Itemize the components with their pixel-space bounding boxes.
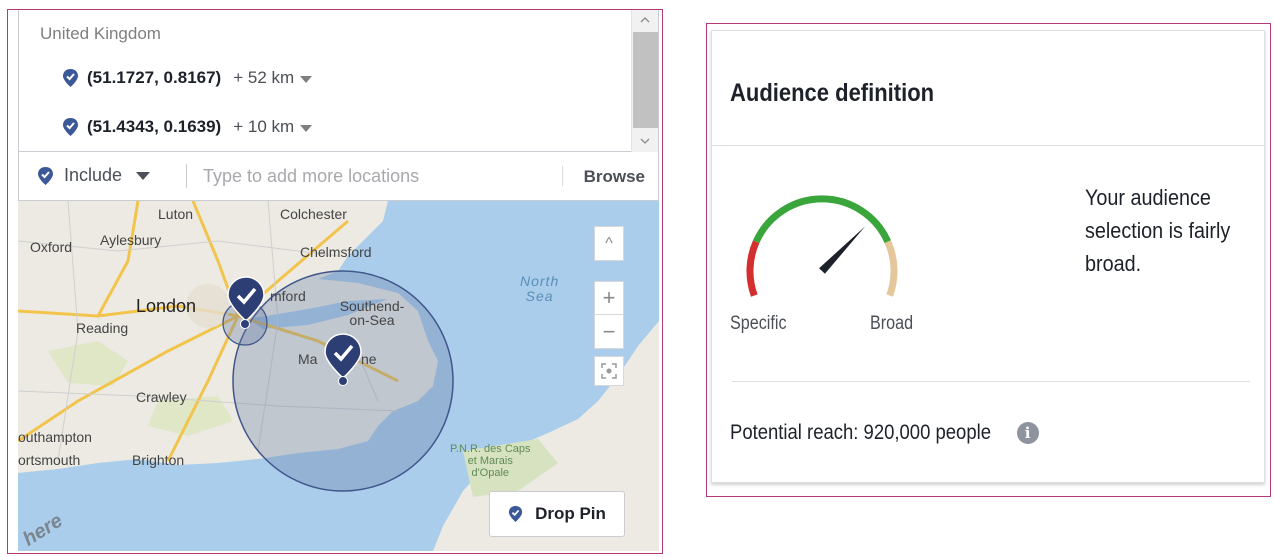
location-item[interactable]: (51.1727, 0.8167) + 52 km	[62, 66, 313, 90]
map-label-brighton: Brighton	[132, 452, 185, 468]
gauge-green-arc	[753, 195, 891, 244]
gauge-needle	[819, 226, 866, 274]
map-collapse-button[interactable]: ^	[594, 226, 624, 261]
map-label-colchester: Colchester	[280, 206, 347, 222]
map-label-maidstone-start: Ma	[298, 351, 318, 367]
location-pin-icon	[63, 69, 78, 87]
map-label-north-sea: North Sea	[520, 273, 560, 304]
potential-reach: Potential reach: 920,000 people i	[730, 421, 1039, 445]
radius-dropdown[interactable]: + 52 km	[233, 68, 313, 88]
zoom-out-button[interactable]: −	[594, 315, 624, 349]
chevron-down-icon	[300, 125, 313, 132]
location-list: United Kingdom (51.1727, 0.8167) + 52 km…	[18, 10, 659, 152]
map-label-pnr: P.N.R. des Caps et Marais d'Opale	[450, 443, 531, 479]
include-dropdown[interactable]: Include	[37, 165, 151, 186]
audience-card: Audience definition Specific Broad Your …	[711, 30, 1265, 483]
info-icon[interactable]: i	[1016, 422, 1039, 444]
divider	[732, 381, 1250, 382]
audience-description: Your audience selection is fairly broad.	[1085, 185, 1231, 276]
map-label-crawley: Crawley	[136, 389, 187, 405]
location-coord: (51.4343, 0.1639)	[87, 117, 222, 136]
gauge-tan-arc	[884, 240, 898, 297]
scroll-thumb[interactable]	[633, 32, 658, 128]
chevron-down-icon	[136, 171, 151, 180]
audience-gauge	[746, 195, 898, 297]
map-label-aylesbury: Aylesbury	[100, 232, 162, 248]
location-search-input[interactable]	[203, 162, 543, 190]
map-label-maidstone-end: ne	[361, 351, 377, 367]
map-label-southend: Southend- on-Sea	[339, 298, 405, 328]
scrollbar[interactable]	[631, 10, 658, 152]
scroll-up-icon[interactable]	[640, 15, 650, 25]
radius-dropdown[interactable]: + 10 km	[233, 117, 313, 137]
map-label-london: London	[136, 296, 197, 316]
map-label-oxford: Oxford	[30, 239, 73, 255]
drop-pin-button[interactable]: Drop Pin	[489, 491, 625, 537]
gauge-broad-label: Broad	[870, 313, 914, 334]
recenter-icon	[601, 363, 617, 379]
include-label: Include	[64, 165, 123, 185]
location-input-row: Include Browse	[18, 152, 659, 201]
gauge-red-arc	[746, 240, 760, 297]
audience-panel: Audience definition Specific Broad Your …	[706, 23, 1271, 497]
map-label-chelmsford: Chelmsford	[300, 244, 372, 260]
recenter-button[interactable]	[594, 356, 624, 386]
chevron-down-icon	[300, 76, 313, 83]
divider	[186, 164, 187, 188]
location-item[interactable]: (51.4343, 0.1639) + 10 km	[62, 115, 313, 139]
country-label: United Kingdom	[40, 24, 161, 43]
audience-title: Audience definition	[730, 79, 935, 107]
gauge-specific-label: Specific	[730, 313, 787, 334]
map-label-portsmouth: ortsmouth	[18, 452, 81, 468]
scroll-down-icon[interactable]	[640, 136, 650, 146]
potential-reach-text: Potential reach: 920,000 people	[730, 421, 991, 444]
location-coord: (51.1727, 0.8167)	[87, 68, 222, 87]
map-label-southampton: outhampton	[18, 429, 92, 445]
map[interactable]: Luton Colchester Oxford Aylesbury Chelms…	[18, 201, 659, 551]
location-panel: United Kingdom (51.1727, 0.8167) + 52 km…	[7, 9, 663, 554]
drop-pin-label: Drop Pin	[535, 504, 606, 523]
location-pin-icon	[38, 166, 53, 185]
location-pin-icon	[63, 118, 78, 136]
location-pin-icon	[508, 506, 523, 522]
browse-button[interactable]: Browse	[584, 167, 645, 187]
map-label-romford: mford	[270, 288, 306, 304]
map-label-reading: Reading	[76, 320, 129, 336]
map-label-luton: Luton	[158, 206, 194, 222]
divider	[712, 145, 1264, 146]
divider	[562, 166, 563, 186]
zoom-in-button[interactable]: +	[594, 281, 624, 315]
